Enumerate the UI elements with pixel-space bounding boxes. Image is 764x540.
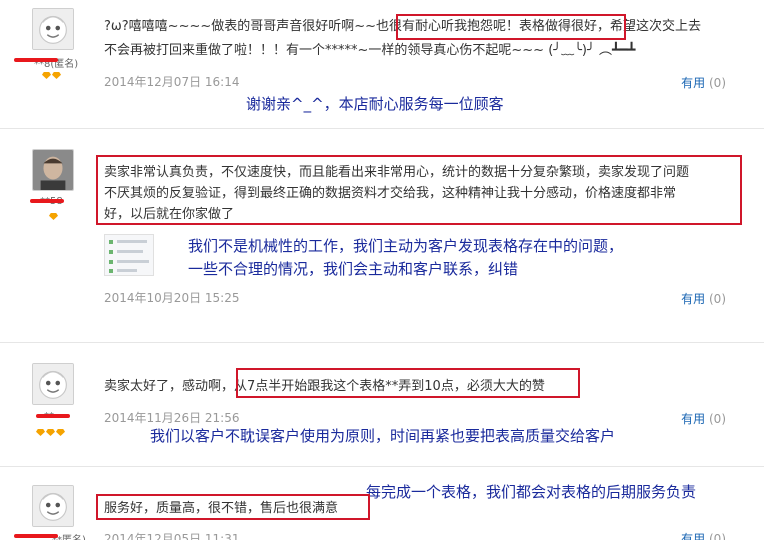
diamond-icon bbox=[52, 72, 61, 79]
redacted-mark bbox=[30, 199, 64, 203]
review-text-part: 卖家太好了，感动啊， bbox=[104, 379, 235, 394]
user-level-badges bbox=[49, 213, 58, 220]
diamond-icon bbox=[46, 429, 55, 436]
redacted-mark bbox=[36, 414, 70, 418]
review-text: 不厌其烦的反复验证，得到最终正确的数据资料才交给我，这种精神让我十分感动，价格速… bbox=[104, 186, 677, 201]
useful-button[interactable]: 有用 (0) bbox=[681, 410, 726, 427]
review-item: **58 卖家非常认真负责，不仅速度快，而且能看出来非常用心，统计的数据十分复杂… bbox=[0, 129, 764, 341]
useful-count: (0) bbox=[709, 412, 726, 426]
review-text: 不会再被打回来重做了啦！！！有一个*****~一样的领导真心伤不起呢~~~ (╯… bbox=[104, 43, 636, 58]
avatar[interactable] bbox=[32, 363, 74, 405]
useful-count: (0) bbox=[709, 292, 726, 306]
review-text: 卖家非常认真负责，不仅速度快，而且能看出来非常用心，统计的数据十分复杂繁琐，卖家… bbox=[104, 165, 690, 180]
useful-label: 有用 bbox=[681, 292, 706, 306]
redacted-mark bbox=[14, 534, 58, 538]
thumbnail-image[interactable] bbox=[104, 234, 154, 276]
review-text: 服务好，质量高，很不错，售后也很满意 bbox=[104, 501, 339, 516]
useful-label: 有用 bbox=[681, 532, 706, 540]
seller-reply: 我们不是机械性的工作，我们主动为客户发现表格存在中的问题， bbox=[188, 237, 624, 255]
seller-reply: 一些不合理的情况，我们会主动和客户联系，纠错 bbox=[188, 260, 519, 278]
review-text: ?ω?嘻嘻嘻~~~~做表的哥哥声音很好听啊~~也很有耐心听我抱怨呢！表格做得很好… bbox=[104, 19, 702, 34]
avatar[interactable] bbox=[32, 485, 74, 527]
review-date: 2014年10月20日 15:25 bbox=[104, 291, 240, 305]
useful-button[interactable]: 有用 (0) bbox=[681, 530, 726, 540]
review-item: ** 卖家太好了，感动啊，从7点半开始跟我这个表格**弄到10点，必须大大的赞 … bbox=[0, 343, 764, 463]
review-date: 2014年12月07日 16:14 bbox=[104, 75, 240, 89]
avatar-placeholder-icon bbox=[33, 9, 73, 49]
seller-reply: 我们以客户不耽误客户使用为原则，时间再紧也要把表高质量交给客户 bbox=[150, 427, 616, 445]
diamond-icon bbox=[36, 429, 45, 436]
useful-label: 有用 bbox=[681, 412, 706, 426]
review-date: 2014年11月26日 21:56 bbox=[104, 411, 240, 425]
avatar[interactable] bbox=[32, 8, 74, 50]
avatar-placeholder-icon bbox=[33, 364, 73, 404]
useful-count: (0) bbox=[709, 76, 726, 90]
avatar[interactable] bbox=[32, 149, 74, 191]
useful-button[interactable]: 有用 (0) bbox=[681, 290, 726, 307]
useful-count: (0) bbox=[709, 532, 726, 540]
redacted-mark bbox=[14, 58, 58, 62]
diamond-icon bbox=[42, 72, 51, 79]
user-level-badges bbox=[36, 429, 65, 436]
seller-reply: 谢谢亲^_^，本店耐心服务每一位顾客 bbox=[246, 95, 504, 113]
review-text: 卖家太好了，感动啊，从7点半开始跟我这个表格**弄到10点，必须大大的赞 bbox=[104, 377, 545, 396]
user-level-badges bbox=[42, 72, 61, 79]
useful-label: 有用 bbox=[681, 76, 706, 90]
review-date: 2014年12月05日 11:31 bbox=[104, 532, 240, 540]
avatar-placeholder-icon bbox=[33, 486, 73, 526]
review-item: **匿名) 每完成一个表格，我们都会对表格的后期服务负责 服务好，质量高，很不错… bbox=[0, 467, 764, 540]
user-photo-icon bbox=[33, 150, 73, 190]
review-text-highlight: 从7点半开始跟我这个表格**弄到10点，必须大大的赞 bbox=[234, 379, 545, 394]
review-text: 好，以后就在你家做了 bbox=[104, 207, 235, 222]
useful-button[interactable]: 有用 (0) bbox=[681, 74, 726, 91]
seller-reply: 每完成一个表格，我们都会对表格的后期服务负责 bbox=[366, 483, 697, 501]
diamond-icon bbox=[56, 429, 65, 436]
review-item: **8(匿名) ?ω?嘻嘻嘻~~~~做表的哥哥声音很好听啊~~也很有耐心听我抱怨… bbox=[0, 0, 764, 128]
diamond-icon bbox=[49, 213, 58, 220]
